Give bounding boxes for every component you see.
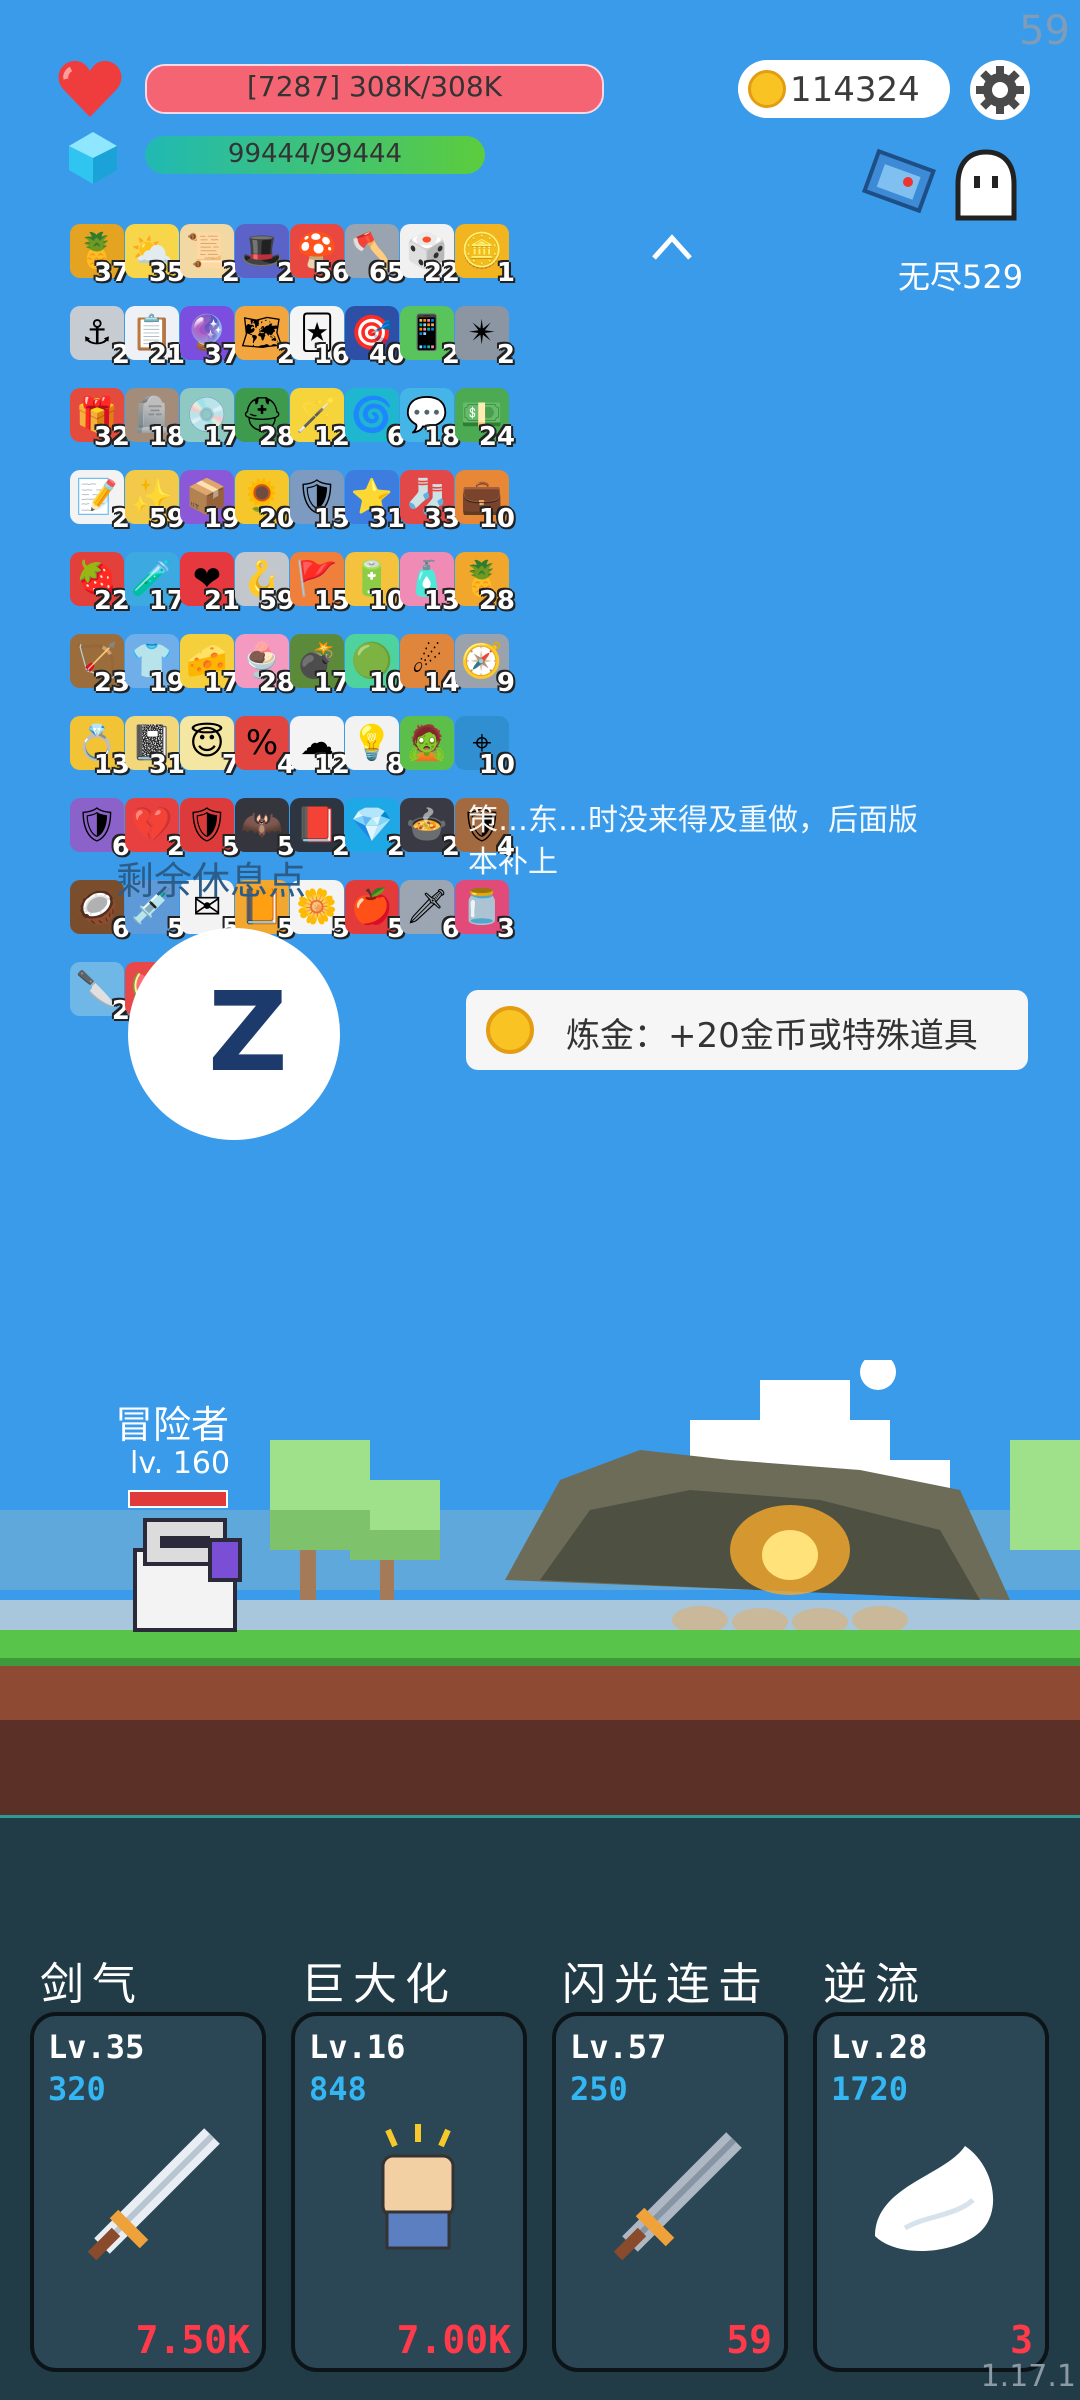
alchemy-tooltip: 炼金：+20金币或特殊道具 (466, 990, 1028, 1070)
skill-level: Lv.16 (309, 2028, 406, 2066)
hero-name: 冒险者 (115, 1403, 230, 1447)
inventory-item[interactable]: 🪙 1 (449, 220, 515, 288)
skill-card[interactable]: Lv.28 1720 3 (813, 2012, 1049, 2372)
inventory-item[interactable]: 💼 10 (449, 466, 515, 534)
skill-upgrade-price: 3 (1010, 2318, 1033, 2362)
mana-gem-icon (69, 132, 117, 184)
sword-icon (87, 2128, 220, 2261)
inventory-item-count: 3 (496, 914, 515, 944)
chevron-up-icon[interactable] (650, 232, 694, 262)
zombie-icon: 🧟 (400, 716, 454, 770)
skill-mana-cost: 848 (309, 2070, 367, 2108)
skill-upgrade-price: 7.50K (135, 2318, 250, 2362)
hero-health-bar (128, 1490, 228, 1508)
skill-card[interactable]: Lv.16 848 7.00K (291, 2012, 527, 2372)
skill-level: Lv.28 (831, 2028, 928, 2066)
sleep-bubble[interactable]: Z (128, 928, 340, 1140)
version-label: 1.17.1 (980, 2359, 1076, 2394)
inventory-item[interactable]: ✴ 2 (449, 302, 515, 370)
sleep-z-glyph: Z (208, 968, 288, 1096)
wing-icon (875, 2146, 994, 2251)
tooltip-text: 炼金：+20金币或特殊道具 (566, 1016, 978, 1056)
mana-bar: 99444/99444 (145, 136, 485, 174)
inventory-item-count: 1 (496, 258, 515, 288)
skill-name: 闪光连击 (562, 1959, 770, 2010)
inventory-item-count: 28 (478, 586, 515, 616)
skill-name: 巨大化 (301, 1959, 457, 2010)
hero-level: lv. 160 (130, 1446, 231, 1481)
skill-upgrade-price: 7.00K (396, 2318, 511, 2362)
inventory-item[interactable]: 💵 24 (449, 384, 515, 452)
map-icon[interactable] (862, 148, 942, 220)
skill-name: 剑气 (40, 1959, 144, 2010)
skill-upgrade-price: 59 (726, 2318, 772, 2362)
inventory-item-count: 10 (478, 750, 515, 780)
settings-gear-icon[interactable] (968, 58, 1032, 122)
fist-icon (381, 2124, 455, 2250)
skill-mana-cost: 250 (570, 2070, 628, 2108)
health-text: [7287] 308K/308K (246, 70, 503, 103)
health-bar: [7287] 308K/308K (145, 64, 604, 114)
coin-value: 114324 (790, 70, 920, 110)
skill-card[interactable]: Lv.35 320 7.50K (30, 2012, 266, 2372)
skill-name: 逆流 (823, 1959, 927, 2010)
dev-note: 策…东…时没来得及重做，后面版本补上 (468, 803, 918, 880)
skill-card[interactable]: Lv.57 250 59 (552, 2012, 788, 2372)
inventory-item[interactable]: 🍍 28 (449, 548, 515, 616)
skill-level: Lv.35 (48, 2028, 145, 2066)
endless-mode-label[interactable]: 无尽529 (898, 252, 1023, 298)
inventory-item[interactable]: 🫙 3 (449, 876, 515, 944)
mana-text: 99444/99444 (227, 139, 403, 169)
skill-mana-cost: 320 (48, 2070, 106, 2108)
hero-sprite (133, 1518, 242, 1632)
coin-icon (486, 1006, 534, 1054)
inventory-item-count: 2 (496, 340, 515, 370)
skill-mana-cost: 1720 (831, 2070, 909, 2108)
health-heart-icon (58, 61, 122, 117)
inventory-item-count: 10 (478, 504, 515, 534)
remaining-rest-label: 剩余休息点 (116, 859, 307, 903)
ghost-icon[interactable] (950, 148, 1022, 224)
inventory-item-count: 9 (496, 668, 515, 698)
coin-icon (748, 70, 786, 108)
coin-counter: 114324 (738, 60, 950, 118)
dagger-icon (613, 2132, 742, 2261)
inventory-item[interactable]: 🧭 9 (449, 630, 515, 698)
fps-counter: 59 (1019, 8, 1070, 54)
inventory-item-count: 24 (478, 422, 515, 452)
skill-level: Lv.57 (570, 2028, 667, 2066)
inventory-item[interactable]: ⌖ 10 (449, 712, 515, 780)
